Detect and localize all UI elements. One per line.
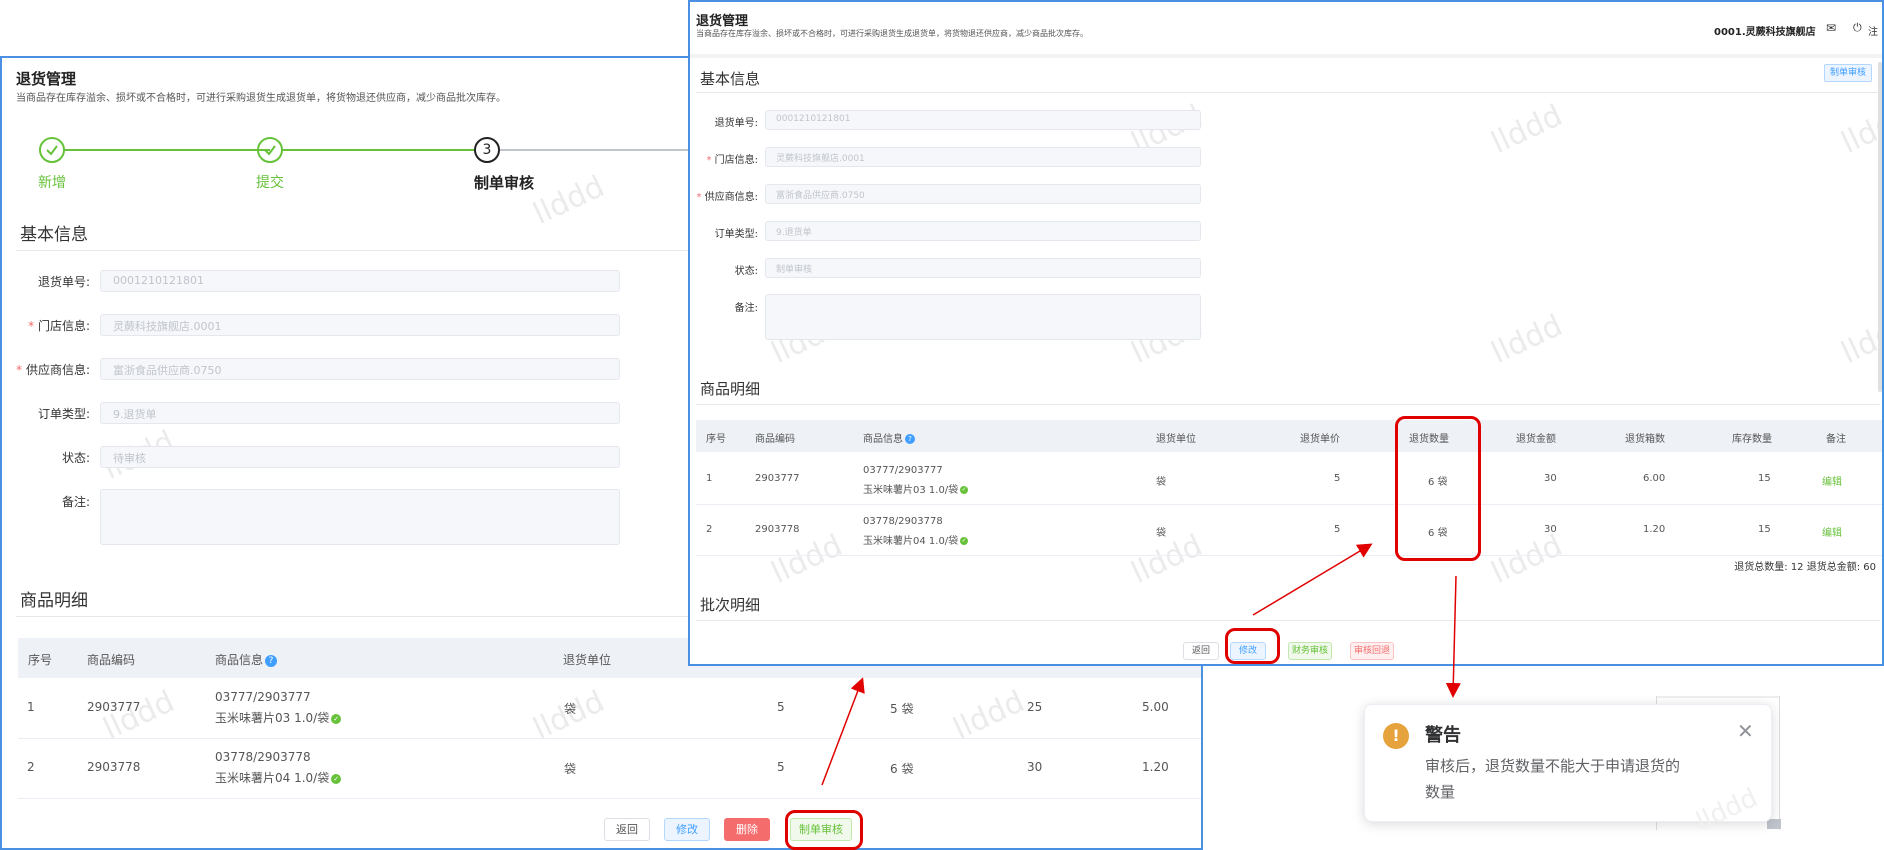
arrow	[1445, 575, 1461, 698]
arrow	[1252, 543, 1373, 616]
arrow	[821, 677, 865, 786]
annotation-arrows	[821, 543, 1461, 786]
